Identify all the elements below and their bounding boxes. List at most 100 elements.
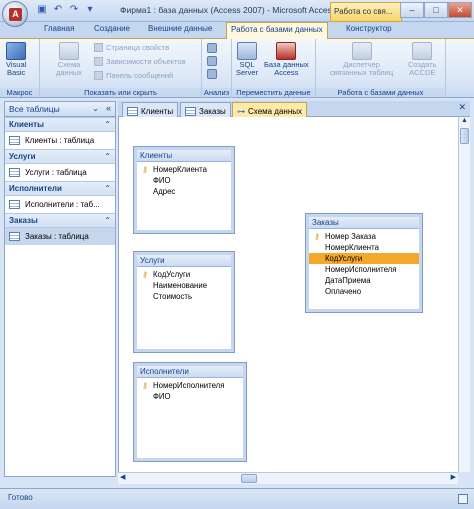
access-logo-icon: A bbox=[9, 8, 22, 21]
doc-tab-orders[interactable]: Заказы bbox=[180, 102, 231, 117]
tab-external-data[interactable]: Внешние данные bbox=[148, 24, 212, 33]
status-bar: Готово bbox=[0, 488, 474, 509]
field-item[interactable]: Стоимость bbox=[137, 291, 231, 302]
nav-group-services[interactable]: Услуги ⌃ bbox=[5, 149, 115, 164]
primary-key-icon: ⚷ bbox=[142, 270, 148, 279]
field-item[interactable]: ⚷ КодУслуги bbox=[137, 269, 231, 280]
field-item[interactable]: Наименование bbox=[137, 280, 231, 291]
analyze-button[interactable] bbox=[207, 43, 217, 80]
ribbon: Visual Basic Макрос Схема данных Страниц… bbox=[0, 38, 474, 98]
minimize-button[interactable]: – bbox=[400, 2, 424, 18]
property-sheet-button[interactable]: Страница свойств bbox=[94, 43, 169, 52]
nav-header[interactable]: Все таблицы ⌄ « bbox=[5, 102, 115, 117]
visual-basic-button[interactable]: Visual Basic bbox=[6, 42, 26, 77]
nav-group-performers[interactable]: Исполнители ⌃ bbox=[5, 181, 115, 196]
linked-table-manager-button[interactable]: Диспетчер связанных таблиц bbox=[330, 42, 393, 77]
field-item[interactable]: ⚷ НомерИсполнителя bbox=[137, 380, 243, 391]
primary-key-icon: ⚷ bbox=[142, 381, 148, 390]
chevron-down-icon[interactable]: ⌄ bbox=[92, 104, 99, 113]
analyze-performance-icon bbox=[207, 56, 217, 66]
scroll-thumb[interactable] bbox=[241, 474, 257, 483]
make-accde-button[interactable]: Создать ACCDE bbox=[408, 42, 437, 77]
scroll-up-icon[interactable]: ▲ bbox=[459, 117, 470, 128]
object-dependencies-button[interactable]: Зависимости объектов bbox=[94, 57, 186, 66]
navigation-pane: Все таблицы ⌄ « Клиенты ⌃ Клиенты : табли… bbox=[4, 101, 116, 477]
table-box-orders[interactable]: Заказы ⚷ Номер Заказа НомерКлиента КодУсл… bbox=[306, 214, 422, 312]
redo-icon[interactable]: ↷ bbox=[68, 4, 80, 16]
tab-database-tools[interactable]: Работа с базами данных bbox=[226, 22, 328, 39]
scroll-left-icon[interactable]: ◀ bbox=[120, 473, 125, 481]
collapse-pane-icon[interactable]: « bbox=[106, 103, 111, 113]
message-bar-button[interactable]: Панель сообщений bbox=[94, 71, 173, 80]
group-macro: Visual Basic Макрос bbox=[0, 39, 40, 98]
nav-item-clients-table[interactable]: Клиенты : таблица bbox=[5, 132, 115, 149]
table-title: Услуги bbox=[137, 255, 231, 267]
tab-designer[interactable]: Конструктор bbox=[346, 24, 392, 33]
office-button[interactable]: A bbox=[2, 1, 28, 27]
linked-table-icon bbox=[351, 42, 372, 60]
view-icon[interactable] bbox=[458, 494, 468, 504]
context-tab-relationships: Работа со свя... bbox=[330, 2, 402, 22]
field-item[interactable]: НомерКлиента bbox=[309, 242, 419, 253]
field-item-selected[interactable]: КодУслуги bbox=[309, 253, 419, 264]
field-item[interactable]: ФИО bbox=[137, 391, 243, 402]
table-box-services[interactable]: Услуги ⚷ КодУслуги Наименование Стоимость bbox=[134, 252, 234, 352]
tab-create[interactable]: Создание bbox=[94, 24, 130, 33]
maximize-button[interactable]: □ bbox=[424, 2, 448, 18]
dependencies-icon bbox=[94, 57, 103, 66]
scroll-right-icon[interactable]: ▶ bbox=[451, 473, 456, 481]
nav-item-orders-table[interactable]: Заказы : таблица bbox=[5, 228, 115, 245]
collapse-group-icon[interactable]: ⌃ bbox=[104, 152, 111, 161]
table-title: Исполнители bbox=[137, 366, 243, 378]
scroll-thumb[interactable] bbox=[460, 128, 469, 144]
group-analyze: Анализ bbox=[202, 39, 232, 98]
field-item[interactable]: ДатаПриема bbox=[309, 275, 419, 286]
table-box-clients[interactable]: Клиенты ⚷ НомерКлиента ФИО Адрес bbox=[134, 147, 234, 233]
accde-icon bbox=[412, 42, 433, 60]
doc-tab-clients[interactable]: Клиенты bbox=[122, 102, 179, 117]
analyze-table-icon bbox=[207, 43, 217, 53]
nav-group-orders[interactable]: Заказы ⌃ bbox=[5, 213, 115, 228]
close-button[interactable]: ✕ bbox=[448, 2, 472, 18]
collapse-group-icon[interactable]: ⌃ bbox=[104, 216, 111, 225]
field-item[interactable]: ФИО bbox=[137, 175, 231, 186]
vertical-scrollbar[interactable]: ▲ bbox=[458, 117, 470, 472]
access-database-button[interactable]: База данных Access bbox=[264, 42, 309, 77]
qat-menu-icon[interactable]: ▾ bbox=[84, 4, 96, 16]
title-bar: A ▣ ↶ ↷ ▾ Фирма1 : база данных (Access 2… bbox=[0, 0, 474, 27]
horizontal-scrollbar[interactable]: ◀ ▶ bbox=[118, 472, 458, 484]
undo-icon[interactable]: ↶ bbox=[52, 4, 64, 16]
primary-key-icon: ⚷ bbox=[314, 232, 320, 241]
relationships-canvas[interactable]: Клиенты ⚷ НомерКлиента ФИО Адрес Услуги ⚷… bbox=[118, 117, 458, 472]
group-label-database-tools: Работа с базами данных bbox=[316, 88, 445, 97]
field-item[interactable]: Адрес bbox=[137, 186, 231, 197]
collapse-group-icon[interactable]: ⌃ bbox=[104, 184, 111, 193]
sql-server-button[interactable]: SQL Server bbox=[236, 42, 258, 77]
field-item[interactable]: ⚷ Номер Заказа bbox=[309, 231, 419, 242]
ribbon-tabs: Главная Создание Внешние данные Работа с… bbox=[0, 22, 474, 39]
field-item[interactable]: Оплачено bbox=[309, 286, 419, 297]
save-icon[interactable]: ▣ bbox=[36, 4, 48, 16]
doc-tab-relationships[interactable]: ⊶ Схема данных bbox=[232, 102, 308, 117]
documenter-icon bbox=[207, 69, 217, 79]
property-sheet-icon bbox=[94, 43, 103, 52]
nav-group-clients[interactable]: Клиенты ⌃ bbox=[5, 117, 115, 132]
field-item[interactable]: НомерИсполнителя bbox=[309, 264, 419, 275]
tab-home[interactable]: Главная bbox=[44, 24, 74, 33]
table-icon bbox=[9, 200, 20, 209]
close-document-icon[interactable]: ✕ bbox=[458, 102, 466, 113]
table-box-performers[interactable]: Исполнители ⚷ НомерИсполнителя ФИО bbox=[134, 363, 246, 461]
field-item[interactable]: ⚷ НомерКлиента bbox=[137, 164, 231, 175]
group-label-analyze: Анализ bbox=[202, 88, 231, 97]
table-icon bbox=[9, 136, 20, 145]
table-icon bbox=[185, 106, 196, 116]
primary-key-icon: ⚷ bbox=[142, 165, 148, 174]
table-icon bbox=[9, 168, 20, 177]
nav-item-services-table[interactable]: Услуги : таблица bbox=[5, 164, 115, 181]
window-title: Фирма1 : база данных (Access 2007) - Mic… bbox=[120, 5, 337, 15]
relationships-button[interactable]: Схема данных bbox=[56, 42, 82, 77]
document-tabs: Клиенты Заказы ⊶ Схема данных ✕ bbox=[118, 101, 470, 117]
access-database-icon bbox=[276, 42, 297, 60]
collapse-group-icon[interactable]: ⌃ bbox=[104, 120, 111, 129]
nav-item-performers-table[interactable]: Исполнители : таб... bbox=[5, 196, 115, 213]
